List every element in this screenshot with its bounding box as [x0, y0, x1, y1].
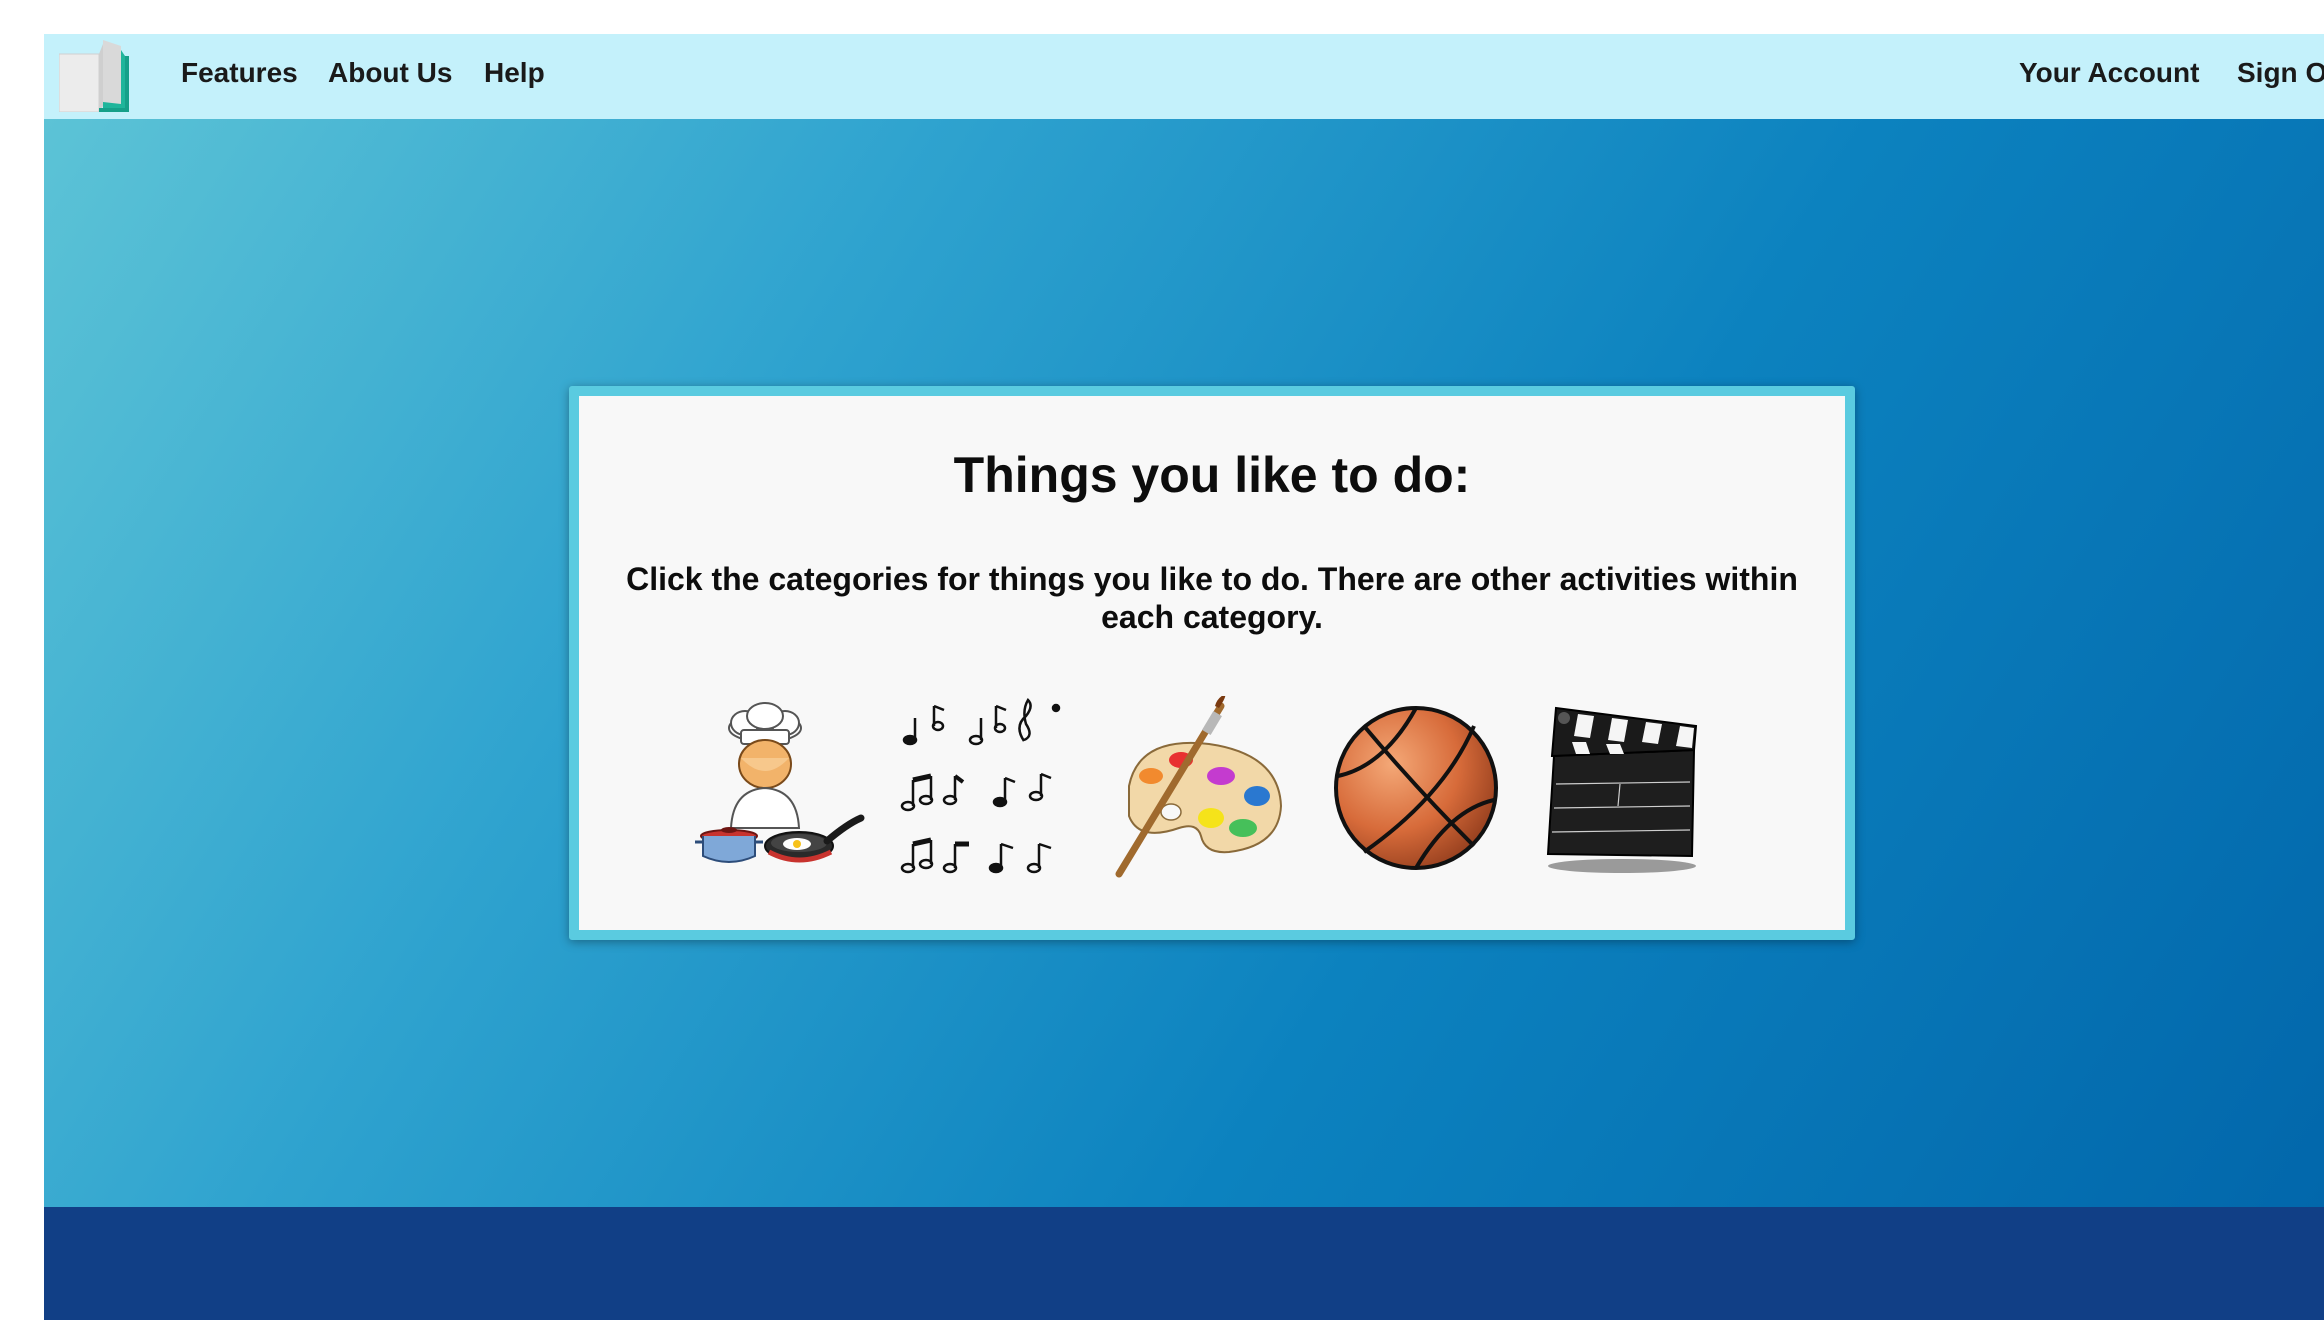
nav-help-link[interactable]: Help — [484, 59, 545, 87]
category-music[interactable] — [894, 696, 1074, 881]
chef-cooking-icon — [695, 702, 865, 863]
activities-card: Things you like to do: Click the categor… — [569, 386, 1855, 940]
category-sports[interactable] — [1324, 696, 1504, 881]
card-title: Things you like to do: — [953, 447, 1471, 503]
book-logo-icon[interactable] — [59, 40, 129, 112]
app-frame: Features About Us Help Your Account Sign… — [44, 34, 2324, 1320]
nav-sign-out-link[interactable]: Sign O — [2237, 59, 2324, 87]
top-navigation-bar: Features About Us Help Your Account Sign… — [44, 34, 2324, 119]
nav-your-account-link[interactable]: Your Account — [2019, 59, 2199, 87]
basketball-icon — [1334, 706, 1498, 870]
page-footer — [44, 1207, 2324, 1320]
card-instructions: Click the categories for things you like… — [626, 561, 1798, 636]
category-cooking[interactable] — [689, 696, 869, 881]
film-clapperboard-icon — [1546, 706, 1698, 873]
music-notes-icon — [900, 697, 1061, 874]
category-art[interactable] — [1109, 696, 1289, 881]
category-movies[interactable] — [1534, 696, 1714, 881]
nav-about-us-link[interactable]: About Us — [328, 59, 452, 87]
paint-palette-icon — [1115, 696, 1283, 878]
nav-features-link[interactable]: Features — [181, 59, 298, 87]
